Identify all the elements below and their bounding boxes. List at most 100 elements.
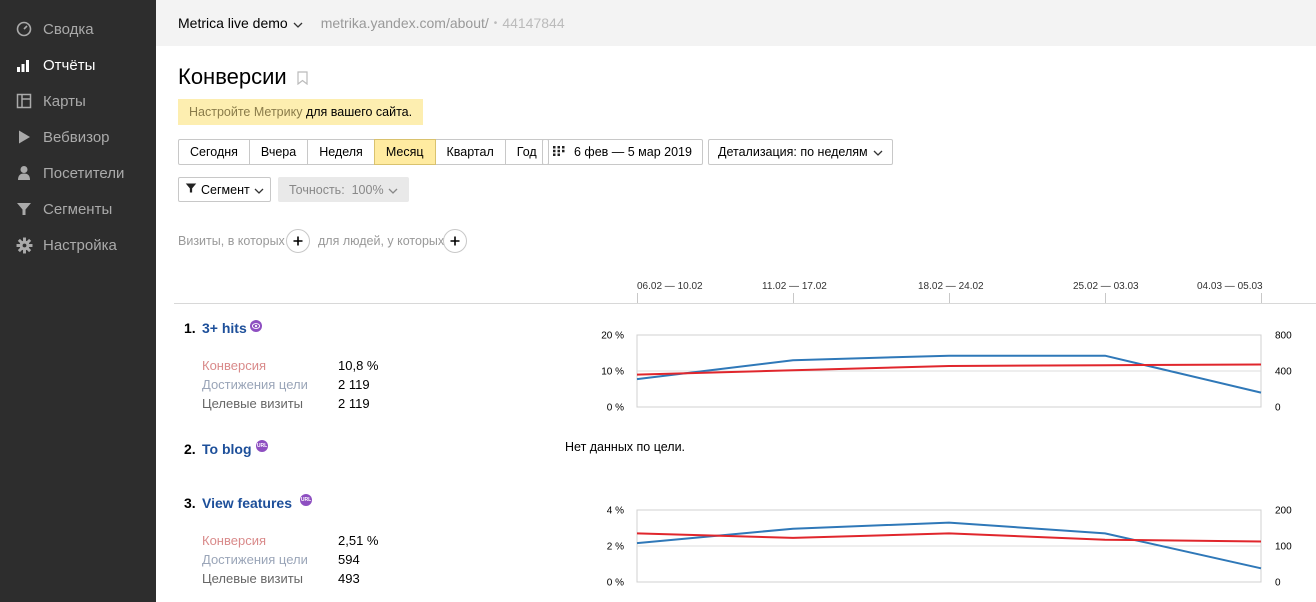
y-left-tick-label: 20 % xyxy=(601,331,624,342)
y-right-tick-label: 0 xyxy=(1275,578,1281,589)
visits-value: 493 xyxy=(338,571,360,586)
period-selector: Сегодня Вчера Неделя Месяц Квартал Год xyxy=(178,139,549,165)
counter-name: Metrica live demo xyxy=(178,15,288,31)
visits-series-line xyxy=(636,354,1262,394)
accuracy-label: Точность: 100% xyxy=(289,182,384,197)
period-tick xyxy=(1261,293,1262,303)
conversion-value: 2,51 % xyxy=(338,533,379,548)
sidebar-item-reports[interactable]: Отчёты xyxy=(0,47,156,83)
period-label: 25.02 — 03.03 xyxy=(1073,281,1139,292)
visits-series-line xyxy=(636,521,1262,570)
filter-icon xyxy=(185,182,197,197)
y-right-tick-label: 0 xyxy=(1275,403,1281,414)
add-visit-condition-button[interactable] xyxy=(286,229,310,253)
chevron-down-icon xyxy=(293,15,303,31)
goal-name-link[interactable]: To blog xyxy=(202,441,252,457)
y-left-tick-label: 2 % xyxy=(607,542,624,553)
goal-1-chart: 0 % 10 % 20 % 0 400 800 xyxy=(601,331,1292,414)
reaches-label: Достижения цели xyxy=(202,377,308,392)
goal-number: 3. xyxy=(184,495,196,511)
gauge-icon xyxy=(15,20,33,38)
sidebar-item-label: Настройка xyxy=(43,236,117,254)
period-month-button[interactable]: Месяц xyxy=(373,139,436,165)
y-left-tick-label: 10 % xyxy=(601,367,624,378)
sidebar-item-label: Карты xyxy=(43,92,86,110)
plus-icon xyxy=(450,236,460,246)
accuracy-dropdown[interactable]: Точность: 100% xyxy=(278,177,409,202)
segment-label: Сегмент xyxy=(201,182,250,197)
visits-label: Целевые визиты xyxy=(202,396,304,411)
counter-id: 44147844 xyxy=(502,15,565,31)
period-today-button[interactable]: Сегодня xyxy=(178,139,250,165)
plus-icon xyxy=(293,236,303,246)
sidebar-item-segments[interactable]: Сегменты xyxy=(0,191,156,227)
no-data-message: Нет данных по цели. xyxy=(565,440,686,454)
chevron-down-icon xyxy=(388,183,398,197)
y-left-tick-label: 4 % xyxy=(607,506,624,517)
notice-text: для вашего сайта. xyxy=(302,105,413,119)
y-right-tick-label: 100 xyxy=(1275,542,1292,553)
period-quarter-button[interactable]: Квартал xyxy=(434,139,506,165)
y-right-tick-label: 400 xyxy=(1275,367,1292,378)
date-range-label: 6 фев — 5 мар 2019 xyxy=(574,145,692,159)
goal-number: 2. xyxy=(184,441,196,457)
period-week-button[interactable]: Неделя xyxy=(307,139,375,165)
sidebar: Сводка Отчёты Карты Вебвизор Посетители … xyxy=(0,0,156,602)
counter-url: metrika.yandex.com/about/ xyxy=(320,15,489,31)
sidebar-item-webvisor[interactable]: Вебвизор xyxy=(0,119,156,155)
counter-selector[interactable]: Metrica live demo xyxy=(178,15,303,31)
sidebar-item-label: Посетители xyxy=(43,164,125,182)
play-icon xyxy=(15,128,33,146)
sidebar-item-maps[interactable]: Карты xyxy=(0,83,156,119)
visits-label: Целевые визиты xyxy=(202,571,304,586)
visits-condition-label: Визиты, в которых xyxy=(178,234,285,248)
sidebar-item-visitors[interactable]: Посетители xyxy=(0,155,156,191)
page-title: Конверсии xyxy=(178,64,287,89)
y-left-tick-label: 0 % xyxy=(607,578,624,589)
period-tick xyxy=(949,293,950,303)
period-yesterday-button[interactable]: Вчера xyxy=(248,139,309,165)
sidebar-item-label: Отчёты xyxy=(43,56,96,74)
y-left-tick-label: 0 % xyxy=(607,403,624,414)
goal-name-link[interactable]: 3+ hits xyxy=(202,320,247,336)
sidebar-item-label: Сводка xyxy=(43,20,94,38)
segment-dropdown[interactable]: Сегмент xyxy=(178,177,271,202)
conversion-value: 10,8 % xyxy=(338,358,379,373)
chevron-down-icon xyxy=(873,145,883,159)
user-icon xyxy=(15,164,33,182)
conversion-label: Конверсия xyxy=(202,533,267,548)
y-right-tick-label: 800 xyxy=(1275,331,1292,342)
url-icon: URL xyxy=(256,440,268,452)
period-label: 06.02 — 10.02 xyxy=(637,281,703,292)
sidebar-item-summary[interactable]: Сводка xyxy=(0,11,156,47)
sidebar-item-label: Сегменты xyxy=(43,200,113,218)
period-tick xyxy=(1105,293,1106,303)
filter-icon xyxy=(15,200,33,218)
goal-3-chart: 0 % 2 % 4 % 0 100 200 xyxy=(607,506,1292,589)
add-people-condition-button[interactable] xyxy=(443,229,467,253)
goal-name-link[interactable]: View features xyxy=(202,495,292,511)
reaches-value: 594 xyxy=(338,552,360,567)
gear-icon xyxy=(15,236,33,254)
date-range-button[interactable]: 6 фев — 5 мар 2019 xyxy=(542,139,703,165)
period-tick xyxy=(793,293,794,303)
detail-dropdown[interactable]: Детализация: по неделям xyxy=(708,139,893,165)
bar-chart-icon xyxy=(15,56,33,74)
period-label: 11.02 — 17.02 xyxy=(762,281,827,292)
url-icon: URL xyxy=(300,494,312,506)
sidebar-item-settings[interactable]: Настройка xyxy=(0,227,156,263)
period-label: 04.03 — 05.03 xyxy=(1197,281,1263,292)
top-header: Metrica live demo metrika.yandex.com/abo… xyxy=(156,0,1316,46)
conversion-label: Конверсия xyxy=(202,358,267,373)
goal-number: 1. xyxy=(184,320,196,336)
period-label: 18.02 — 24.02 xyxy=(918,281,984,292)
setup-notice: Настройте Метрику для вашего сайта. xyxy=(178,99,424,125)
setup-link[interactable]: Настройте Метрику xyxy=(189,105,302,119)
y-right-tick-label: 200 xyxy=(1275,506,1292,517)
calendar-icon xyxy=(553,145,565,159)
bookmark-icon[interactable] xyxy=(297,71,308,88)
reaches-value: 2 119 xyxy=(338,377,370,392)
reaches-label: Достижения цели xyxy=(202,552,308,567)
divider xyxy=(174,303,1316,304)
sidebar-item-label: Вебвизор xyxy=(43,128,110,146)
